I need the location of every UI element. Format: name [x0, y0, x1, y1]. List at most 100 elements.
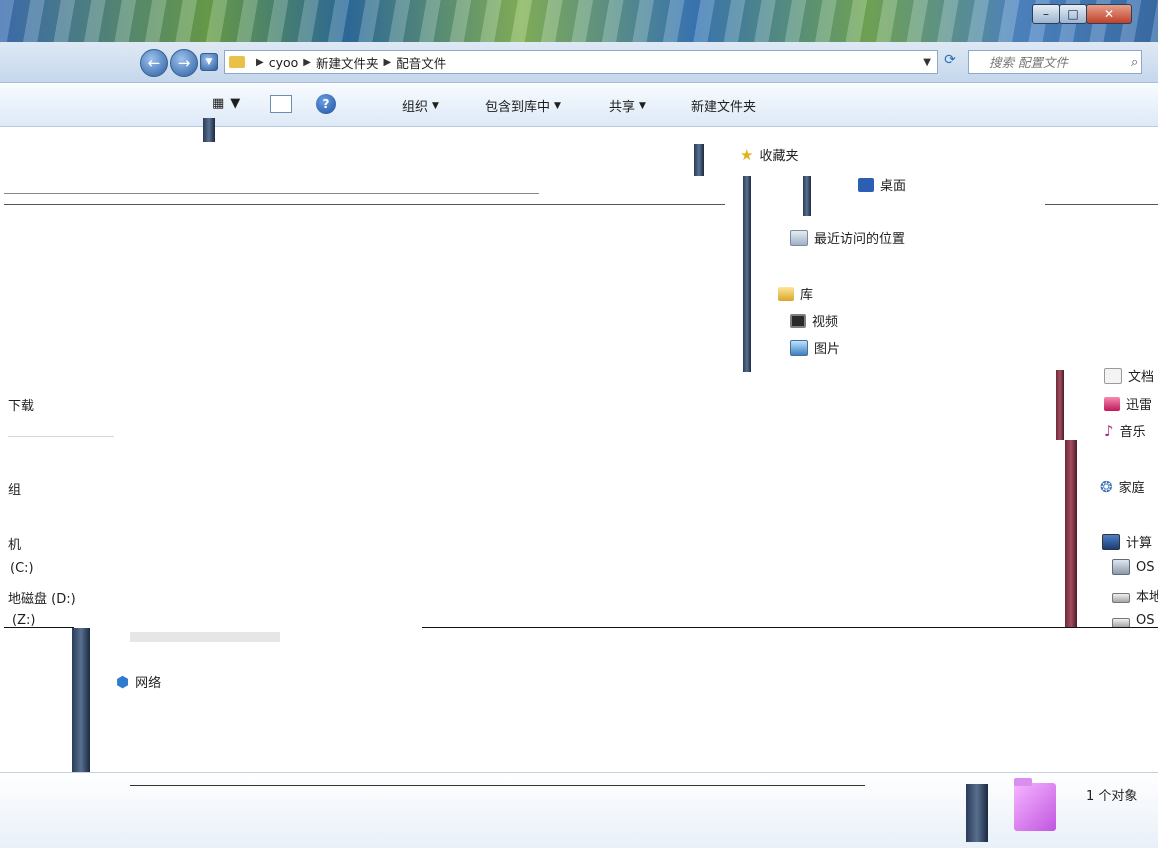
search-input[interactable] — [987, 53, 1131, 71]
nav-machine-fragment[interactable]: 机 — [8, 534, 21, 553]
nav-drive-d-label: 地磁盘 (D:) — [8, 592, 76, 607]
nav-drive-c[interactable]: (C:) — [10, 561, 34, 576]
nav-homegroup[interactable]: ❂ 家庭 — [1100, 477, 1145, 497]
organize-label: 组织 — [402, 100, 429, 115]
chevron-down-icon: ▼ — [639, 100, 646, 111]
nav-music[interactable]: ♪ 音乐 — [1104, 421, 1146, 441]
nav-xunlei[interactable]: 迅雷 — [1104, 394, 1152, 413]
computer-icon — [1102, 533, 1120, 550]
drive-icon — [1112, 592, 1130, 603]
breadcrumb-new-folder[interactable]: 新建文件夹 — [316, 53, 379, 72]
refresh-icon: ⟳ — [944, 52, 956, 68]
search-icon: ⌕ — [1131, 54, 1139, 70]
nav-libraries-label: 库 — [800, 288, 814, 303]
toolbar-glitch-bar — [203, 118, 215, 142]
back-arrow-icon: ← — [147, 54, 161, 72]
nav-computer-label: 计算 — [1126, 536, 1153, 551]
nav-pictures[interactable]: 图片 — [790, 338, 840, 357]
preview-pane-button[interactable] — [270, 95, 292, 113]
help-icon: ? — [322, 97, 330, 111]
glitch-strip — [130, 632, 280, 642]
maximize-button[interactable]: □ — [1059, 4, 1087, 24]
drive-icon — [1112, 559, 1130, 575]
help-button[interactable]: ? — [316, 94, 336, 114]
nav-drive-c-label: (C:) — [10, 561, 34, 576]
nav-os-z-label: OS — [1136, 613, 1155, 628]
forward-button[interactable]: → — [170, 49, 198, 77]
nav-music-label: 音乐 — [1119, 425, 1146, 440]
share-menu[interactable]: 共享 ▼ — [609, 96, 646, 115]
nav-drive-z-label: (Z:) — [12, 613, 36, 628]
nav-downloads[interactable]: 下载 — [8, 395, 34, 414]
nav-videos[interactable]: 视频 — [790, 311, 838, 330]
close-button[interactable]: ✕ — [1086, 4, 1132, 24]
share-label: 共享 — [609, 100, 636, 115]
nav-machine-label: 机 — [8, 538, 22, 553]
nav-documents-label: 文档 — [1128, 370, 1155, 385]
breadcrumb-dubbing-files[interactable]: 配音文件 — [396, 53, 446, 72]
forward-arrow-icon: → — [177, 54, 191, 72]
nav-group-fragment[interactable]: 组 — [8, 479, 21, 498]
new-folder-button[interactable]: 新建文件夹 — [691, 96, 756, 115]
command-bar — [0, 84, 1158, 127]
address-bar[interactable]: ▶ cyoo ▶ 新建文件夹 ▶ 配音文件 ▼ — [224, 50, 938, 74]
breadcrumb-cyoo[interactable]: cyoo — [269, 55, 299, 70]
nav-group-label: 组 — [8, 483, 22, 498]
include-in-library-menu[interactable]: 包含到库中 ▼ — [485, 96, 561, 115]
nav-recent-places[interactable]: 最近访问的位置 — [790, 228, 905, 247]
nav-favorites[interactable]: ★ 收藏夹 — [740, 145, 798, 165]
drive-icon — [1112, 617, 1130, 628]
nav-drive-z[interactable]: (Z:) — [12, 613, 35, 628]
chevron-down-icon[interactable]: ▼ — [923, 57, 931, 68]
pane-splitter[interactable] — [694, 144, 704, 176]
star-icon: ★ — [740, 145, 754, 164]
glitch-bar — [966, 784, 988, 842]
recent-pages-button[interactable]: ▼ — [200, 53, 218, 71]
divider — [4, 627, 74, 628]
nav-computer[interactable]: 计算 — [1102, 532, 1152, 551]
nav-libraries[interactable]: 库 — [778, 284, 813, 303]
nav-homegroup-label: 家庭 — [1118, 481, 1145, 496]
change-view-button[interactable]: ▦ ▼ — [212, 96, 240, 111]
item-count: 1 个对象 — [1086, 789, 1138, 804]
nav-recent-label: 最近访问的位置 — [814, 232, 906, 247]
nav-documents[interactable]: 文档 — [1104, 366, 1154, 385]
glitch-bar — [1056, 370, 1064, 440]
divider — [130, 785, 865, 786]
network-icon: ⬢ — [116, 672, 130, 691]
organize-menu[interactable]: 组织 ▼ — [402, 96, 439, 115]
music-icon: ♪ — [1104, 421, 1114, 440]
video-icon — [790, 313, 806, 328]
nav-desktop-label: 桌面 — [880, 179, 907, 194]
chevron-right-icon: ▶ — [383, 56, 392, 68]
divider — [422, 627, 1158, 628]
nav-drive-d[interactable]: 地磁盘 (D:) — [8, 588, 76, 607]
document-icon — [1104, 367, 1122, 384]
pane-splitter-glitch — [72, 628, 90, 784]
divider — [8, 436, 114, 437]
nav-xunlei-label: 迅雷 — [1126, 398, 1153, 413]
glitch-bar — [1065, 440, 1077, 628]
pane-splitter-glitch — [743, 176, 751, 372]
nav-downloads-label: 下载 — [8, 399, 35, 414]
search-box[interactable]: ⌕ — [968, 50, 1142, 74]
chevron-right-icon: ▶ — [256, 56, 264, 68]
nav-videos-label: 视频 — [812, 315, 839, 330]
nav-desktop[interactable]: 桌面 — [858, 175, 906, 194]
nav-local-disk-label: 本地 — [1136, 590, 1158, 605]
chevron-down-icon: ▼ — [554, 100, 561, 111]
nav-local-disk[interactable]: 本地 — [1112, 586, 1158, 605]
new-folder-label: 新建文件夹 — [691, 100, 757, 115]
refresh-button[interactable]: ⟳ — [940, 52, 960, 70]
nav-network[interactable]: ⬢ 网络 — [116, 672, 161, 692]
nav-os-z[interactable]: OS — [1112, 613, 1154, 628]
folder-icon — [1014, 778, 1056, 831]
nav-os-c-label: OS — [1136, 559, 1155, 575]
desktop-icon — [858, 177, 874, 192]
nav-os-c[interactable]: OS — [1112, 559, 1154, 575]
recent-places-icon — [790, 229, 808, 246]
back-button[interactable]: ← — [140, 49, 168, 77]
minimize-button[interactable]: – — [1032, 4, 1060, 24]
nav-pictures-label: 图片 — [814, 342, 841, 357]
pane-splitter-glitch — [803, 176, 811, 216]
